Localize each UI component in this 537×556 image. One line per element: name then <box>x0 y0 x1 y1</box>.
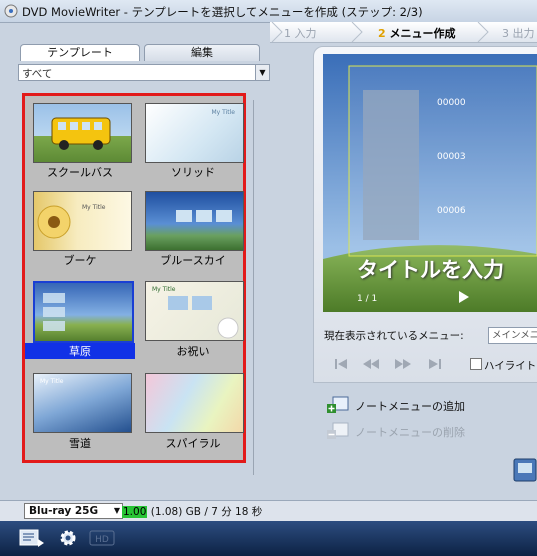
dropdown-arrow-icon[interactable]: ▼ <box>112 504 122 518</box>
add-menu-label: ノートメニューの追加 <box>355 400 465 413</box>
template-label[interactable]: ブーケ <box>25 252 135 268</box>
used-capacity: 1.00 <box>122 506 148 518</box>
template-panel: テンプレート 編集 すべて ▼ My Title スクールバス ソリッド My … <box>8 40 270 495</box>
page-indicator: 1 / 1 <box>357 294 378 304</box>
bottom-toolbar: HD <box>0 521 537 556</box>
menu-preview[interactable]: 00000 00003 00006 タイトルを入力 1 / 1 <box>323 54 537 312</box>
svg-text:HD: HD <box>95 535 109 545</box>
thumb-title-text: My Title <box>40 378 64 385</box>
template-thumb-bouquet[interactable]: My Title <box>33 191 132 251</box>
menu-title-text[interactable]: タイトルを入力 <box>357 254 504 284</box>
delete-menu-label: ノートメニューの削除 <box>355 426 465 439</box>
highlight-toggle[interactable]: ハイライトした <box>470 358 537 373</box>
step-2[interactable]: 2 メニュー作成 <box>378 25 456 41</box>
tab-edit[interactable]: 編集 <box>144 44 260 61</box>
total-capacity: (1.08) GB <box>150 506 201 518</box>
category-value: すべて <box>22 68 53 80</box>
template-thumb-solid[interactable]: My Title <box>145 103 244 163</box>
last-icon[interactable] <box>424 355 446 373</box>
school-bus-image <box>51 117 111 150</box>
add-menu-icon <box>327 396 349 413</box>
template-label-selected[interactable]: 草原 <box>25 343 135 359</box>
step-chevron-icon <box>477 22 489 42</box>
thumb-title-text: My Title <box>211 109 236 116</box>
tab-template[interactable]: テンプレート <box>20 44 140 61</box>
template-label[interactable]: お祝い <box>138 343 248 359</box>
chapter-number: 00006 <box>437 206 466 216</box>
step-1[interactable]: 1 入力 <box>284 25 317 41</box>
bouquet-image <box>37 205 71 239</box>
capacity-indicator: 1.00 (1.08) GB / 7 分 18 秒 <box>122 504 262 519</box>
meadow-image <box>43 293 65 331</box>
next-icon[interactable] <box>392 355 414 373</box>
disc-type-value: Blu-ray 25G <box>29 505 99 517</box>
prev-icon[interactable] <box>360 355 382 373</box>
template-thumb-school-bus[interactable] <box>33 103 132 163</box>
chapter-number: 00000 <box>437 98 466 108</box>
output-icon[interactable] <box>510 455 537 487</box>
chapter-number: 00003 <box>437 152 466 162</box>
delete-menu-icon <box>327 422 349 439</box>
preferences-gear-icon[interactable] <box>54 527 82 549</box>
gallery-scrollbar[interactable] <box>251 100 256 475</box>
template-thumb-celebration[interactable]: My Title <box>145 281 244 341</box>
hd-disabled-icon: HD <box>89 530 115 546</box>
template-thumb-blue-sky[interactable] <box>145 191 244 251</box>
step-chevron-icon <box>351 22 363 42</box>
step-bar: 1 入力 2 メニュー作成 3 出力 <box>270 22 537 43</box>
template-thumb-meadow[interactable] <box>33 281 134 343</box>
template-label[interactable]: 雪道 <box>25 435 135 451</box>
play-icon[interactable] <box>459 291 469 303</box>
checkbox[interactable] <box>470 358 482 370</box>
step-3[interactable]: 3 出力 <box>502 25 535 41</box>
window-title: DVD MovieWriter - テンプレートを選択してメニューを作成 (ステ… <box>22 5 423 19</box>
panel-tabs: テンプレート 編集 <box>20 44 260 61</box>
first-icon[interactable] <box>330 355 352 373</box>
template-thumb-spiral[interactable] <box>145 373 244 433</box>
template-label[interactable]: スパイラル <box>138 435 248 451</box>
blue-sky-image <box>176 210 232 222</box>
duration: / 7 分 18 秒 <box>204 506 263 518</box>
template-label[interactable]: スクールバス <box>25 164 135 180</box>
template-gallery: My Title スクールバス ソリッド My Title ブーケ ブルースカイ <box>22 93 246 463</box>
project-settings-icon[interactable] <box>18 527 46 549</box>
dropdown-arrow-icon[interactable]: ▼ <box>255 65 269 80</box>
template-label[interactable]: ソリッド <box>138 164 248 180</box>
template-category-select[interactable]: すべて ▼ <box>18 64 270 81</box>
current-menu-label: 現在表示されているメニュー: <box>324 330 464 342</box>
current-menu-select[interactable]: メインメニュー <box>488 327 537 344</box>
highlight-label: ハイライトした <box>484 360 537 372</box>
window-titlebar: DVD MovieWriter - テンプレートを選択してメニューを作成 (ステ… <box>0 0 537 23</box>
thumb-title-text: My Title <box>82 204 106 211</box>
template-label[interactable]: ブルースカイ <box>138 252 248 268</box>
template-thumb-snow-road[interactable]: My Title <box>33 373 132 433</box>
disc-type-select[interactable]: Blu-ray 25G ▼ <box>24 503 123 519</box>
dvd-app-icon <box>4 4 18 18</box>
thumb-title-text: My Title <box>152 286 176 293</box>
